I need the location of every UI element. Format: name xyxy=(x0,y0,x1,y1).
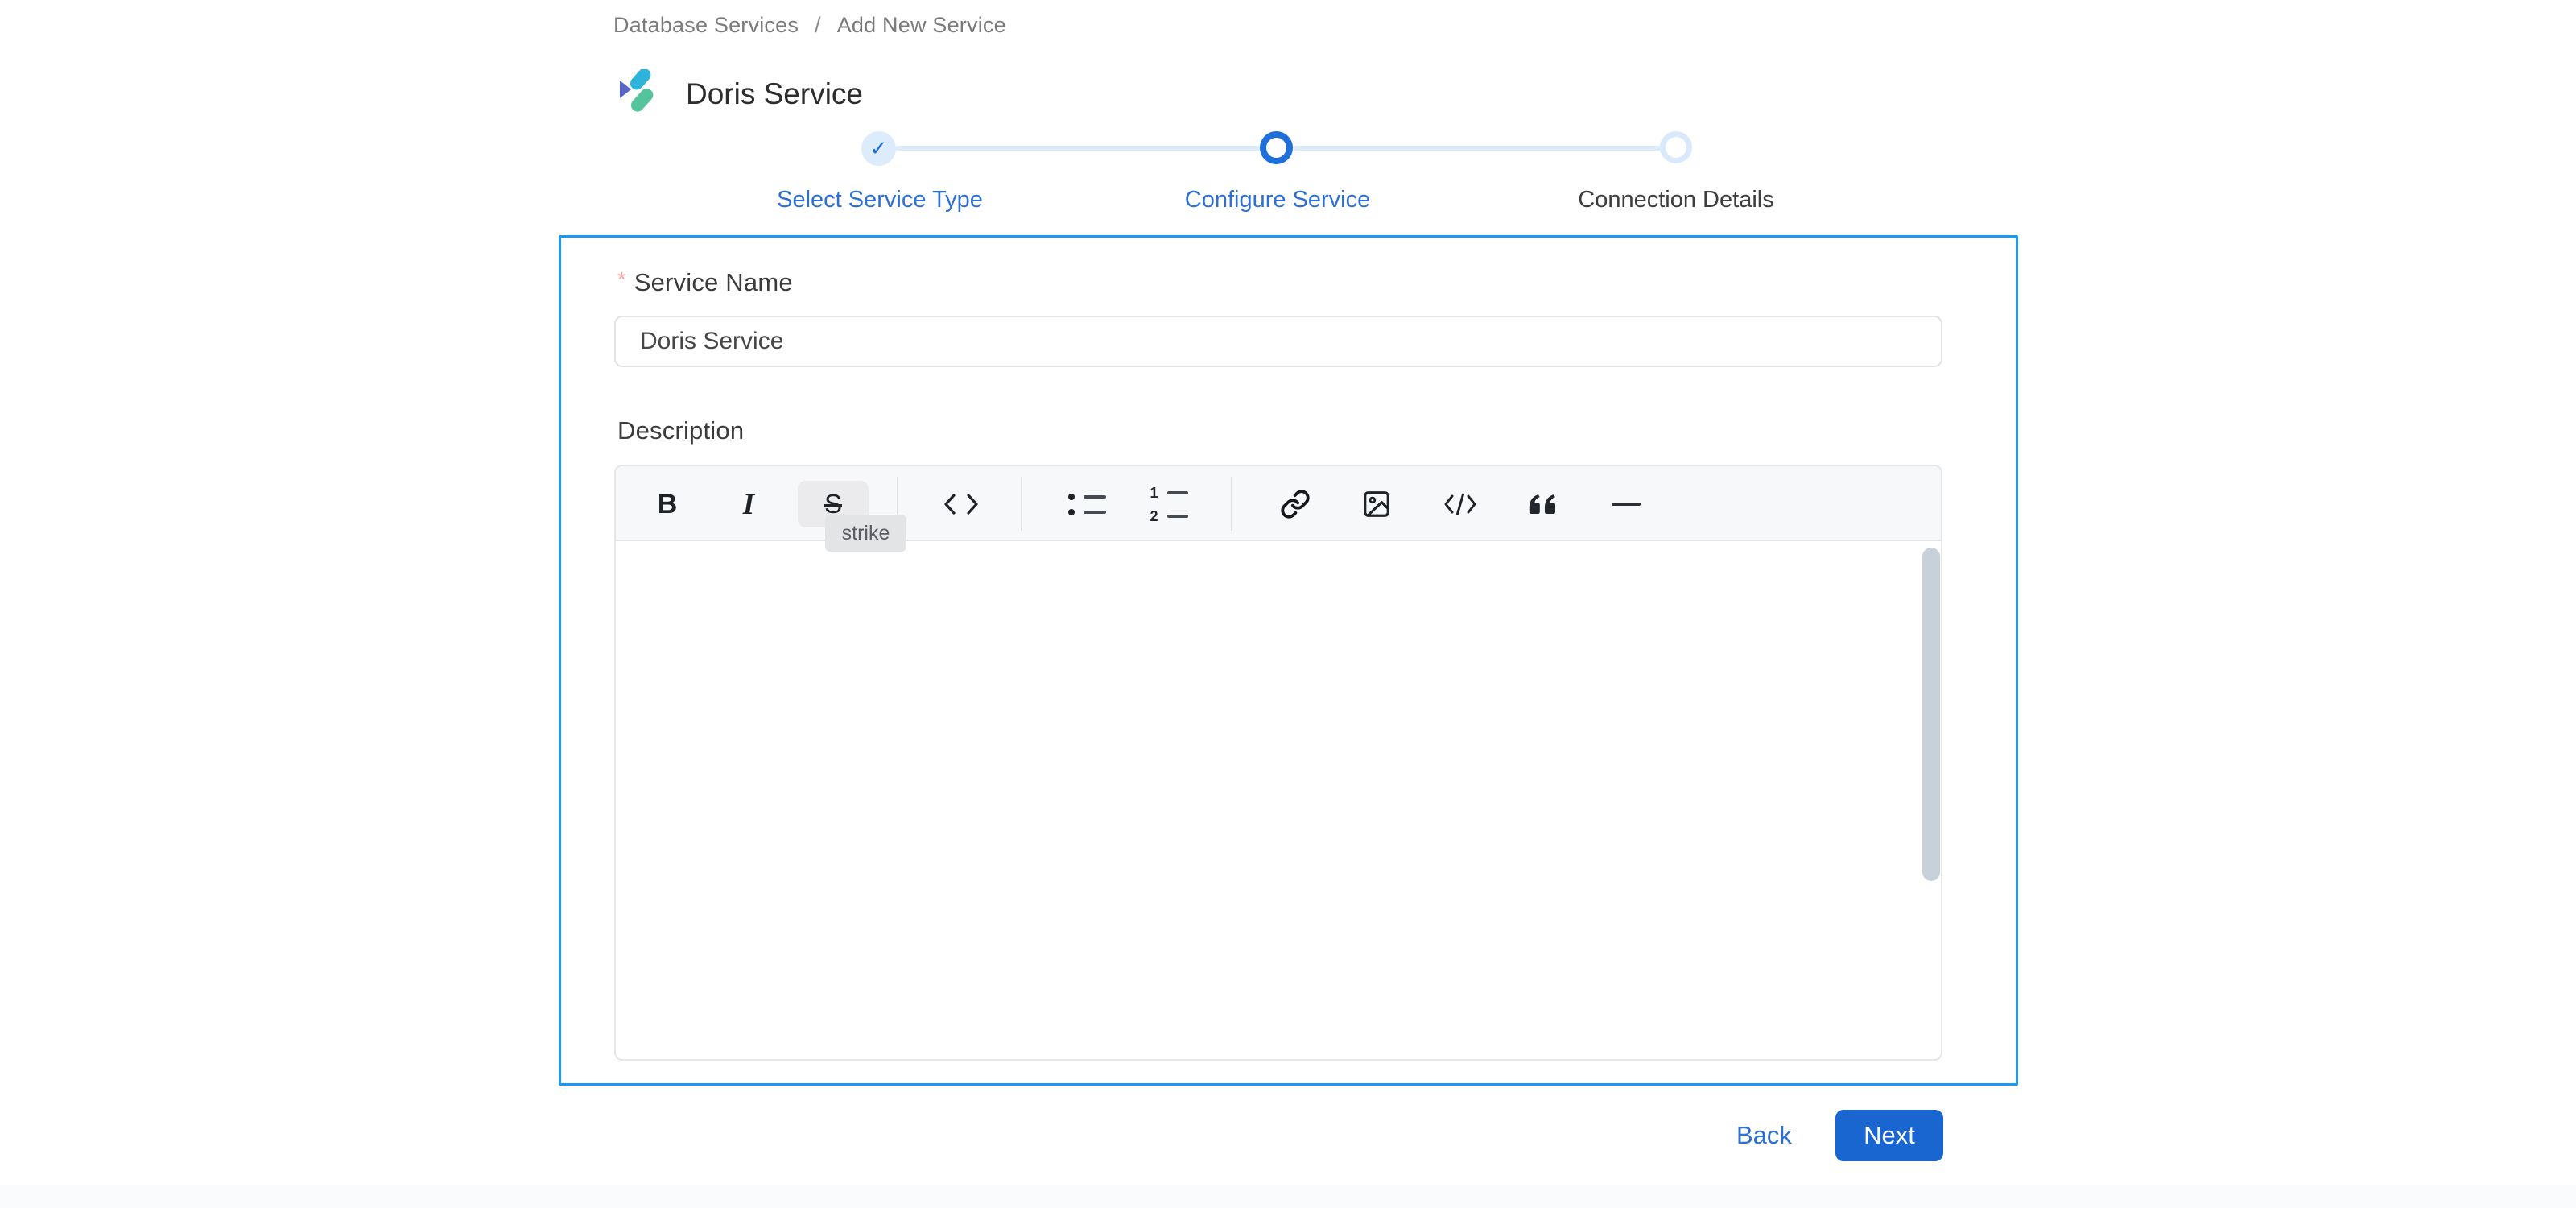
service-name-label-text: Service Name xyxy=(634,268,793,296)
next-button[interactable]: Next xyxy=(1835,1110,1943,1161)
bold-button[interactable]: B xyxy=(642,479,693,529)
link-button[interactable] xyxy=(1269,479,1321,529)
description-editor: B I S 1 2 strike xyxy=(614,465,1942,1061)
configure-service-form: * Service Name Description B I S xyxy=(559,235,2018,1086)
step-circle-connection-details[interactable] xyxy=(1660,131,1692,163)
code-block-button[interactable] xyxy=(1435,479,1486,529)
step-label-connection-details[interactable]: Connection Details xyxy=(1578,187,1773,213)
italic-icon: I xyxy=(742,487,755,521)
step-circle-select-service-type[interactable]: ✓ xyxy=(861,131,896,166)
horizontal-rule-icon xyxy=(1612,503,1641,506)
breadcrumb-item-database-services[interactable]: Database Services xyxy=(613,13,799,38)
horizontal-rule-button[interactable] xyxy=(1600,479,1652,529)
breadcrumb-item-add-new-service: Add New Service xyxy=(836,13,1006,37)
service-name-input[interactable] xyxy=(614,316,1942,367)
doris-logo-icon xyxy=(620,69,654,112)
check-icon: ✓ xyxy=(869,136,888,161)
breadcrumb-separator: / xyxy=(815,13,821,37)
italic-button[interactable]: I xyxy=(723,479,774,529)
page-title: Doris Service xyxy=(686,77,863,110)
bullet-list-button[interactable] xyxy=(1061,479,1113,529)
stepper-connector-2 xyxy=(1293,146,1662,151)
bullet-list-icon xyxy=(1067,493,1106,515)
stepper-connector-1 xyxy=(895,146,1261,151)
description-label-text: Description xyxy=(617,416,745,445)
ordered-list-icon: 1 2 xyxy=(1150,486,1188,523)
ordered-list-button[interactable]: 1 2 xyxy=(1143,479,1195,529)
step-circle-configure-service[interactable] xyxy=(1260,131,1293,164)
editor-toolbar: B I S 1 2 xyxy=(616,466,1941,541)
required-marker: * xyxy=(617,267,626,292)
breadcrumb: Database Services / Add New Service xyxy=(613,13,1006,38)
description-label: Description xyxy=(617,416,744,445)
strike-tooltip-text: strike xyxy=(841,521,890,544)
image-icon xyxy=(1364,491,1389,517)
back-button[interactable]: Back xyxy=(1736,1121,1792,1150)
image-button[interactable] xyxy=(1351,479,1402,529)
strike-tooltip: strike xyxy=(825,515,906,552)
description-editor-content[interactable] xyxy=(616,541,1941,1059)
toolbar-divider xyxy=(1231,477,1232,531)
service-name-label: * Service Name xyxy=(617,267,793,297)
toolbar-divider xyxy=(1021,477,1022,531)
inline-code-button[interactable] xyxy=(935,479,987,529)
blockquote-button[interactable] xyxy=(1517,479,1569,529)
bold-icon: B xyxy=(657,488,678,519)
step-label-select-service-type[interactable]: Select Service Type xyxy=(777,187,983,213)
step-label-configure-service[interactable]: Configure Service xyxy=(1185,187,1371,213)
link-icon xyxy=(1281,490,1310,519)
footer-strip xyxy=(0,1185,2576,1208)
editor-scrollbar-thumb[interactable] xyxy=(1922,548,1940,881)
blockquote-icon xyxy=(1529,494,1555,514)
inline-code-icon xyxy=(944,494,978,515)
code-block-icon xyxy=(1444,493,1476,515)
